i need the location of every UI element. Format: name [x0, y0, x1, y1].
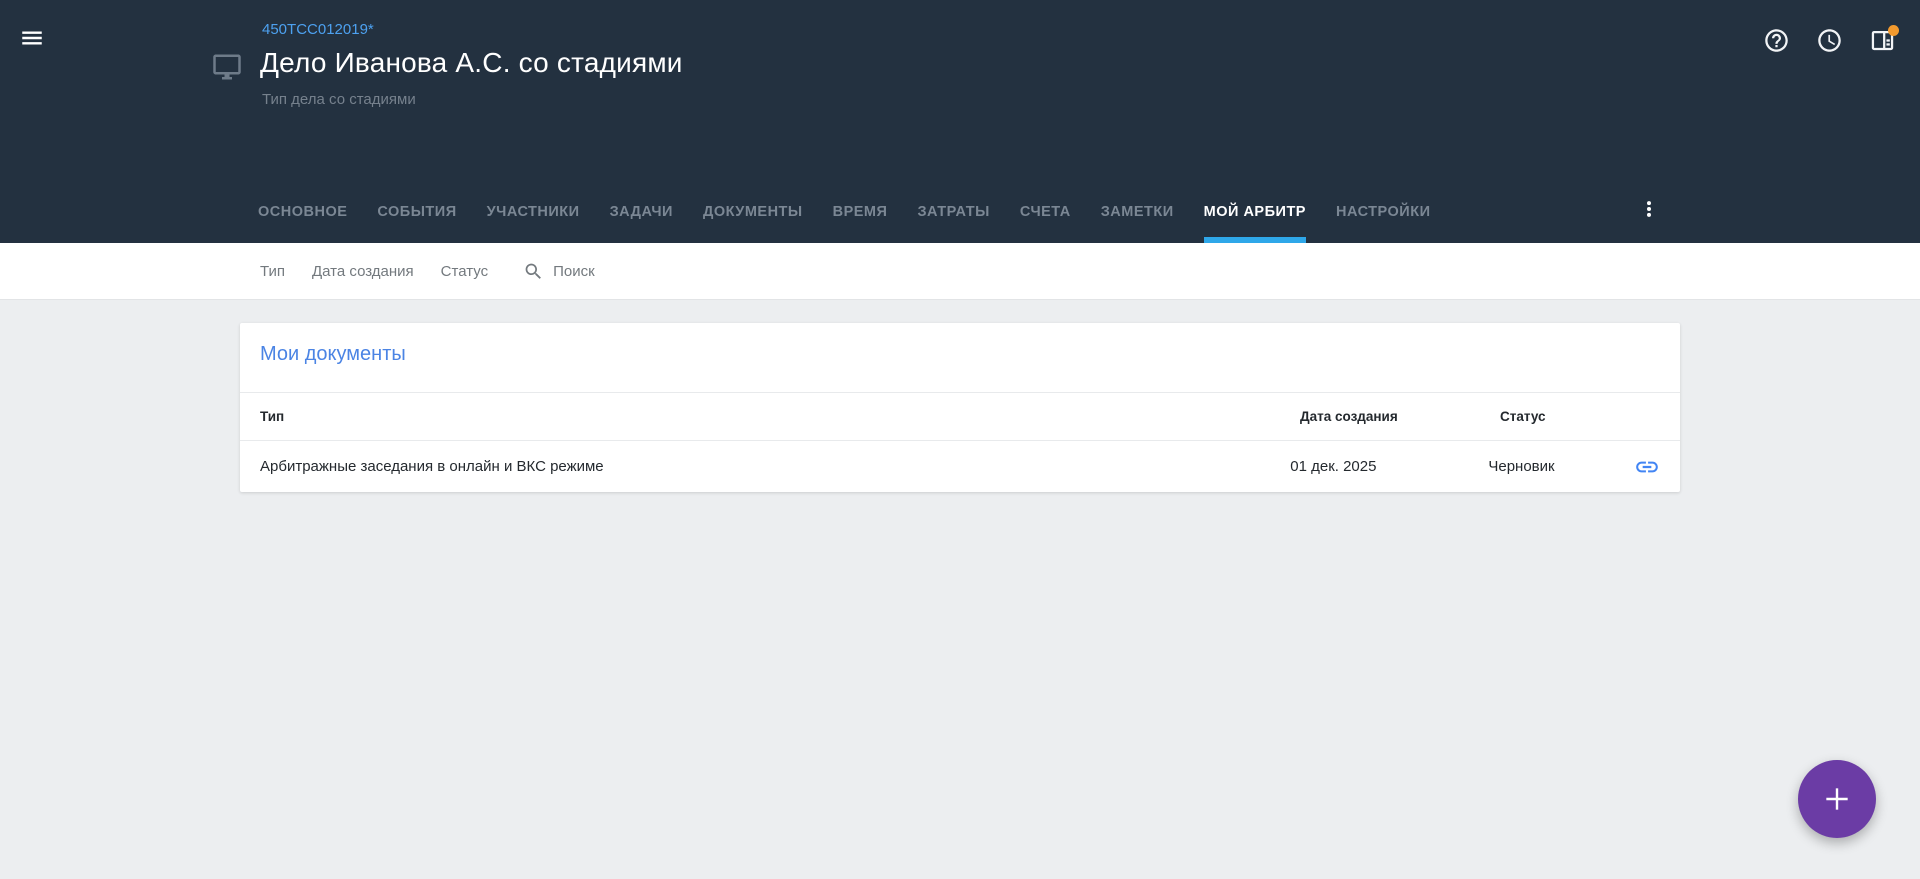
tab-zametki[interactable]: ЗАМЕТКИ — [1101, 194, 1174, 243]
tab-sobytiya[interactable]: СОБЫТИЯ — [377, 194, 456, 243]
tab-nastroyki[interactable]: НАСТРОЙКИ — [1336, 194, 1431, 243]
history-clock-icon[interactable] — [1816, 27, 1843, 54]
tab-moy-arbitr[interactable]: МОЙ АРБИТР — [1204, 194, 1306, 243]
column-header-type: Тип — [260, 409, 1300, 424]
cell-type: Арбитражные заседания в онлайн и ВКС реж… — [260, 458, 1290, 475]
table-row[interactable]: Арбитражные заседания в онлайн и ВКС реж… — [240, 441, 1680, 492]
table-header: Тип Дата создания Статус — [240, 392, 1680, 441]
filter-data-sozdaniya[interactable]: Дата создания — [312, 263, 414, 280]
tab-osnovnoe[interactable]: ОСНОВНОЕ — [258, 194, 347, 243]
help-icon[interactable] — [1763, 27, 1790, 54]
filter-status[interactable]: Статус — [441, 263, 488, 280]
column-header-date: Дата создания — [1300, 409, 1500, 424]
link-icon[interactable] — [1634, 454, 1660, 480]
tab-vremya[interactable]: ВРЕМЯ — [833, 194, 888, 243]
tab-dokumenty[interactable]: ДОКУМЕНТЫ — [703, 194, 803, 243]
column-header-status: Статус — [1500, 409, 1647, 424]
tab-zadachi[interactable]: ЗАДАЧИ — [610, 194, 673, 243]
cell-date: 01 дек. 2025 — [1290, 458, 1488, 475]
search-input[interactable] — [553, 263, 703, 280]
card-title: Мои документы — [240, 323, 1680, 392]
my-documents-card: Мои документы Тип Дата создания Статус А… — [240, 323, 1680, 492]
filter-bar: Тип Дата создания Статус — [0, 243, 1920, 300]
filter-tip[interactable]: Тип — [260, 263, 285, 280]
search-box[interactable] — [523, 261, 703, 282]
reader-panel-icon[interactable] — [1869, 27, 1896, 54]
monitor-icon — [212, 52, 242, 87]
cell-status: Черновик — [1488, 458, 1634, 475]
vertical-dots-icon[interactable] — [1636, 195, 1662, 223]
add-button[interactable] — [1798, 760, 1876, 838]
page-title: Дело Иванова А.С. со стадиями — [260, 47, 683, 79]
tab-scheta[interactable]: СЧЕТА — [1020, 194, 1071, 243]
tab-uchastniki[interactable]: УЧАСТНИКИ — [487, 194, 580, 243]
case-number-link[interactable]: 450TCC012019* — [262, 21, 374, 38]
plus-icon — [1821, 783, 1853, 815]
menu-icon[interactable] — [18, 24, 46, 52]
tab-zatraty[interactable]: ЗАТРАТЫ — [917, 194, 989, 243]
tab-bar: ОСНОВНОЕ СОБЫТИЯ УЧАСТНИКИ ЗАДАЧИ ДОКУМЕНТЫ В… — [258, 194, 1431, 243]
notification-dot — [1888, 25, 1899, 36]
table-body: Арбитражные заседания в онлайн и ВКС реж… — [240, 441, 1680, 492]
app-header: 450TCC012019* Дело Иванова А.С. со стади… — [0, 0, 1920, 243]
page-subtitle: Тип дела со стадиями — [262, 91, 416, 108]
header-actions — [1763, 27, 1896, 54]
search-icon — [523, 261, 544, 282]
